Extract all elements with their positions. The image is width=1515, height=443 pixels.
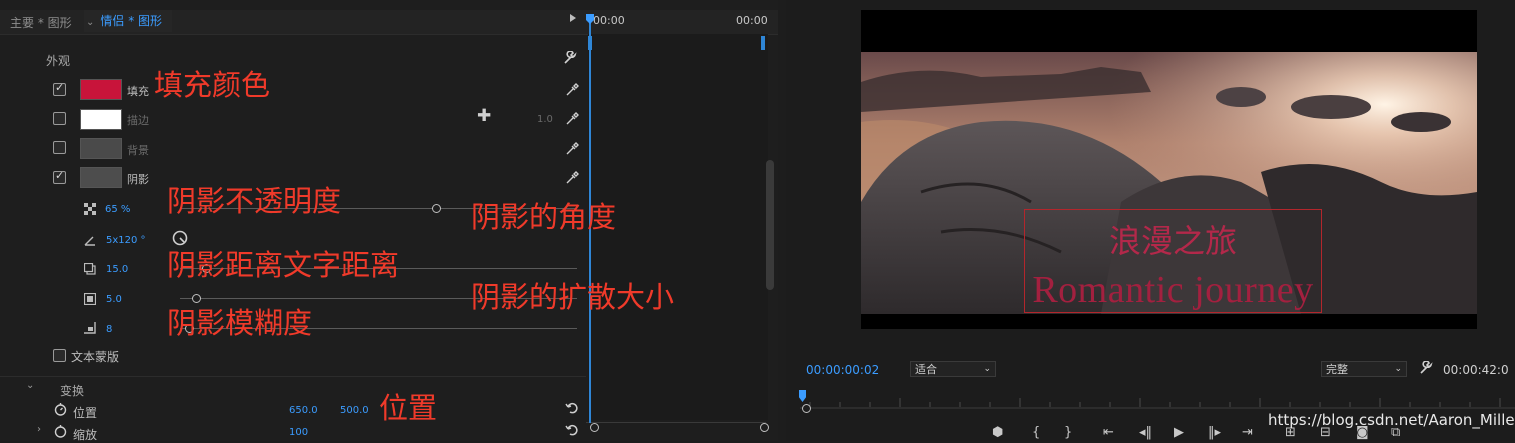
play-only-icon[interactable]	[570, 14, 576, 22]
fill-color-swatch[interactable]	[80, 79, 122, 100]
annotation-shadow-blur: 阴影模糊度	[167, 306, 313, 340]
step-back-icon[interactable]: ◂‖	[1139, 425, 1152, 440]
clip-end-marker	[761, 36, 765, 50]
step-forward-icon[interactable]: ‖▸	[1208, 425, 1221, 440]
timeline-zoom-start-knob[interactable]	[590, 423, 599, 432]
play-icon[interactable]: ▶	[1174, 425, 1184, 440]
timeline-zoom-end-knob[interactable]	[760, 423, 769, 432]
scale-value[interactable]: 100	[289, 427, 308, 438]
shadow-color-swatch[interactable]	[80, 167, 122, 188]
shadow-distance-value[interactable]: 15.0	[106, 264, 128, 275]
add-marker-icon[interactable]: ⬢	[992, 425, 1003, 440]
position-x-value[interactable]: 650.0	[289, 405, 318, 416]
timeline-end-time: 00:00	[736, 14, 768, 27]
chevron-down-icon: ⌄	[1394, 364, 1402, 374]
reset-icon[interactable]	[565, 401, 579, 415]
shadow-angle-value[interactable]: 5x120 °	[106, 235, 146, 246]
mark-in-icon[interactable]: {	[1032, 425, 1040, 440]
annotation-shadow-distance: 阴影距离文字距离	[167, 248, 400, 282]
text-mask-checkbox[interactable]	[53, 349, 66, 362]
shadow-blur-value[interactable]: 8	[106, 324, 112, 335]
shadow-checkbox[interactable]	[53, 169, 66, 184]
quality-dropdown-value: 完整	[1326, 363, 1348, 376]
eyedropper-icon[interactable]	[565, 171, 579, 185]
go-to-out-icon[interactable]: ⇥	[1242, 425, 1253, 440]
wrench-icon[interactable]	[1418, 361, 1433, 376]
zoom-dropdown-value: 适合	[915, 363, 937, 376]
mark-out-icon[interactable]: }	[1064, 425, 1072, 440]
stopwatch-icon[interactable]	[54, 402, 67, 416]
annotation-shadow-spread: 阴影的扩散大小	[471, 280, 675, 314]
shadow-label: 阴影	[127, 173, 149, 186]
stroke-label: 描边	[127, 114, 149, 127]
timeline-start-time: 00:00	[593, 14, 625, 27]
position-label: 位置	[73, 406, 98, 420]
program-time-ruler[interactable]	[800, 392, 1515, 408]
section-transform-label: 变换	[60, 384, 85, 398]
stroke-checkbox[interactable]	[53, 112, 66, 125]
annotation-shadow-opacity: 阴影不透明度	[167, 184, 342, 218]
program-zoom-knob[interactable]	[802, 404, 811, 413]
eyedropper-icon[interactable]	[565, 83, 579, 97]
annotation-fill-color: 填充颜色	[154, 68, 271, 102]
effect-controls-tabbar: 主要 * 图形 ⌄ 情侣 * 图形	[0, 10, 778, 35]
text-mask-label: 文本蒙版	[71, 350, 120, 364]
title-english-text[interactable]: Romantic journey	[1024, 268, 1322, 312]
duration-timecode: 00:00:42:0	[1443, 363, 1509, 377]
stroke-color-swatch[interactable]	[80, 109, 122, 130]
annotation-shadow-angle: 阴影的角度	[471, 200, 617, 234]
background-label: 背景	[127, 144, 149, 157]
stopwatch-icon[interactable]	[54, 424, 67, 438]
stroke-width-value[interactable]: 1.0	[537, 114, 553, 125]
go-to-in-icon[interactable]: ⇤	[1103, 425, 1114, 440]
quality-dropdown[interactable]: 完整 ⌄	[1321, 361, 1407, 377]
watermark-text: https://blog.csdn.net/Aaron_Miller	[1268, 411, 1515, 429]
program-zoom-bar[interactable]	[800, 407, 1515, 409]
add-stroke-icon[interactable]: ✚	[477, 106, 491, 126]
panel-scrollbar[interactable]	[766, 160, 774, 290]
angle-icon	[84, 236, 95, 246]
position-y-value[interactable]: 500.0	[340, 405, 369, 416]
eyedropper-icon[interactable]	[565, 112, 579, 126]
section-divider	[0, 376, 586, 377]
angle-dial-icon[interactable]	[171, 229, 189, 247]
fill-label: 填充	[127, 85, 149, 98]
shadow-size-value[interactable]: 5.0	[106, 294, 122, 305]
tab-couple-graphic[interactable]: ⌄ 情侣 * 图形	[84, 10, 173, 32]
blur-icon	[84, 322, 96, 334]
shadow-opacity-knob[interactable]	[432, 204, 441, 213]
fill-checkbox[interactable]	[53, 81, 66, 96]
tab-main-graphic[interactable]: 主要 * 图形	[10, 14, 72, 31]
title-chinese-text[interactable]: 浪漫之旅	[1024, 216, 1322, 262]
opacity-icon	[84, 203, 96, 215]
scale-label: 缩放	[73, 428, 98, 442]
section-appearance-label: 外观	[46, 54, 71, 68]
chevron-down-icon[interactable]: ⌄	[86, 17, 94, 28]
zoom-dropdown[interactable]: 适合 ⌄	[910, 361, 996, 377]
annotation-position: 位置	[379, 391, 438, 425]
distance-icon	[84, 263, 96, 275]
chevron-down-icon[interactable]: ⌄	[26, 380, 34, 391]
chevron-right-icon[interactable]: ›	[37, 424, 41, 435]
chevron-down-icon: ⌄	[983, 364, 991, 374]
shadow-opacity-value[interactable]: 65 %	[105, 204, 130, 215]
eyedropper-icon[interactable]	[565, 142, 579, 156]
tab-couple-graphic-label: 情侣 * 图形	[100, 14, 163, 28]
wrench-icon[interactable]	[562, 51, 577, 66]
background-checkbox[interactable]	[53, 141, 66, 154]
timeline-zoom-bar[interactable]	[586, 422, 766, 423]
background-color-swatch[interactable]	[80, 138, 122, 159]
reset-icon[interactable]	[565, 423, 579, 437]
spread-icon	[84, 293, 96, 305]
shadow-size-knob[interactable]	[192, 294, 201, 303]
current-timecode[interactable]: 00:00:00:02	[806, 363, 879, 377]
